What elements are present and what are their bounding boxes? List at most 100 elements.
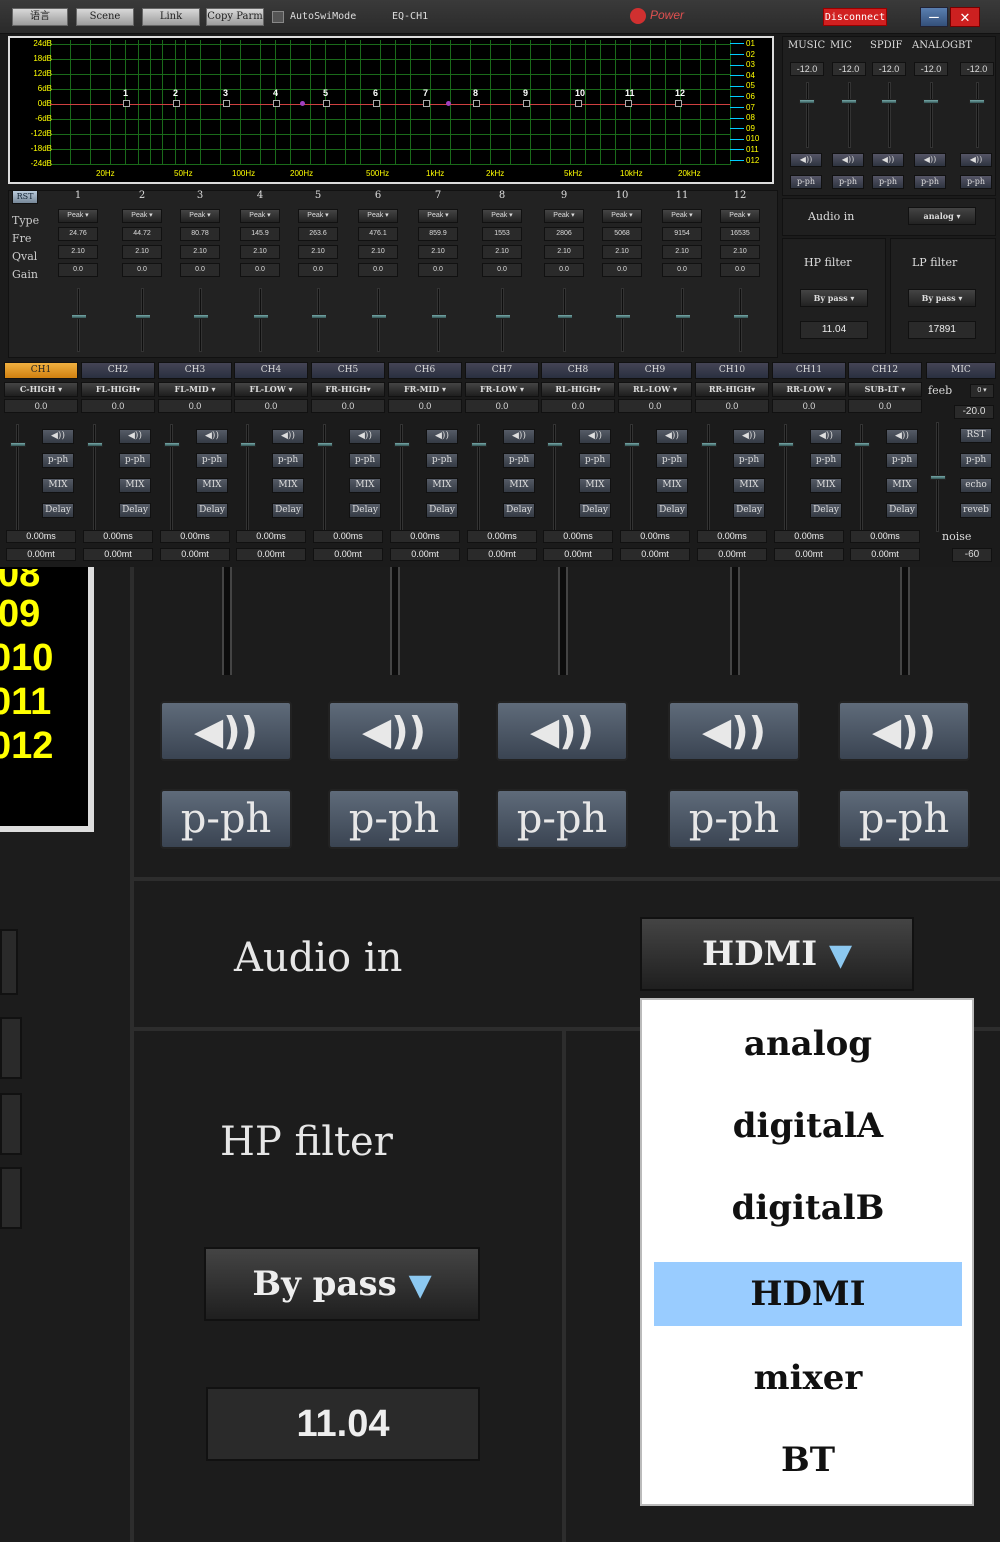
audio-in-select[interactable]: analog ▾ <box>908 207 976 225</box>
band-type-select[interactable]: Peak ▾ <box>58 209 98 223</box>
band-q-input[interactable]: 2.10 <box>122 245 162 259</box>
band-freq-input[interactable]: 80.78 <box>180 227 220 241</box>
band-gain-slider[interactable] <box>681 288 684 352</box>
channel-gain-value[interactable]: 0.0 <box>618 399 692 413</box>
band-gain-input[interactable]: 0.0 <box>240 263 280 277</box>
source-level-slider[interactable] <box>888 82 891 148</box>
eq-point[interactable] <box>300 101 305 106</box>
band-handle[interactable] <box>273 100 280 107</box>
noise-value[interactable]: -60 <box>952 548 992 562</box>
band-q-input[interactable]: 2.10 <box>180 245 220 259</box>
channel-delay-mt[interactable]: 0.00mt <box>774 548 844 561</box>
band-q-input[interactable]: 2.10 <box>544 245 584 259</box>
channel-route-select[interactable]: FL-LOW ▾ <box>234 382 308 397</box>
channel-delay-mt[interactable]: 0.00mt <box>6 548 76 561</box>
band-gain-slider-thumb[interactable] <box>371 314 387 319</box>
band-type-select[interactable]: Peak ▾ <box>662 209 702 223</box>
channel-route-select[interactable]: FL-HIGH▾ <box>81 382 155 397</box>
band-q-input[interactable]: 2.10 <box>720 245 760 259</box>
band-gain-input[interactable]: 0.0 <box>418 263 458 277</box>
channel-gain-slider-thumb[interactable] <box>778 442 794 447</box>
channel-gain-slider-thumb[interactable] <box>854 442 870 447</box>
channel-gain-slider-thumb[interactable] <box>701 442 717 447</box>
channel-select-button[interactable]: CH12 <box>848 362 922 379</box>
band-handle[interactable] <box>423 100 430 107</box>
band-freq-input[interactable]: 476.1 <box>358 227 398 241</box>
zoom-pph-button[interactable]: p-ph <box>328 789 460 849</box>
channel-pph-button[interactable]: p-ph <box>656 453 688 468</box>
band-gain-slider[interactable] <box>377 288 380 352</box>
channel-mix-button[interactable]: MIX <box>272 478 304 493</box>
channel-gain-slider[interactable] <box>246 424 249 532</box>
channel-mix-button[interactable]: MIX <box>810 478 842 493</box>
channel-delay-button[interactable]: Delay <box>196 503 228 518</box>
speaker-icon[interactable]: ◀)) <box>496 701 628 761</box>
band-freq-input[interactable]: 9154 <box>662 227 702 241</box>
mic-gain-value[interactable]: -20.0 <box>954 405 994 419</box>
channel-delay-button[interactable]: Delay <box>119 503 151 518</box>
band-type-select[interactable]: Peak ▾ <box>602 209 642 223</box>
channel-pph-button[interactable]: p-ph <box>579 453 611 468</box>
band-type-select[interactable]: Peak ▾ <box>544 209 584 223</box>
eq-point[interactable] <box>446 101 451 106</box>
channel-gain-value[interactable]: 0.0 <box>388 399 462 413</box>
channel-delay-button[interactable]: Delay <box>810 503 842 518</box>
zoom-source-slider[interactable] <box>390 567 400 675</box>
channel-route-select[interactable]: RL-HIGH▾ <box>541 382 615 397</box>
channel-gain-slider[interactable] <box>630 424 633 532</box>
band-gain-slider-thumb[interactable] <box>733 314 749 319</box>
band-freq-input[interactable]: 859.9 <box>418 227 458 241</box>
band-freq-input[interactable]: 1553 <box>482 227 522 241</box>
channel-delay-button[interactable]: Delay <box>272 503 304 518</box>
speaker-icon[interactable]: ◀)) <box>503 429 535 444</box>
channel-pph-button[interactable]: p-ph <box>196 453 228 468</box>
band-freq-input[interactable]: 263.6 <box>298 227 338 241</box>
channel-delay-button[interactable]: Delay <box>886 503 918 518</box>
channel-select-button[interactable]: CH9 <box>618 362 692 379</box>
channel-delay-ms[interactable]: 0.00ms <box>6 530 76 543</box>
source-pph-button[interactable]: p-ph <box>832 175 864 189</box>
band-freq-input[interactable]: 24.76 <box>58 227 98 241</box>
channel-delay-ms[interactable]: 0.00ms <box>543 530 613 543</box>
channel-select-button[interactable]: CH4 <box>234 362 308 379</box>
band-gain-slider-thumb[interactable] <box>253 314 269 319</box>
speaker-icon[interactable]: ◀)) <box>838 701 970 761</box>
channel-pph-button[interactable]: p-ph <box>272 453 304 468</box>
source-level-slider-thumb[interactable] <box>923 99 939 104</box>
zoom-source-slider[interactable] <box>222 567 232 675</box>
channel-delay-ms[interactable]: 0.00ms <box>467 530 537 543</box>
speaker-icon[interactable]: ◀)) <box>119 429 151 444</box>
source-level-slider-thumb[interactable] <box>881 99 897 104</box>
channel-mix-button[interactable]: MIX <box>656 478 688 493</box>
band-gain-input[interactable]: 0.0 <box>58 263 98 277</box>
band-gain-slider-thumb[interactable] <box>193 314 209 319</box>
channel-delay-mt[interactable]: 0.00mt <box>543 548 613 561</box>
channel-gain-value[interactable]: 0.0 <box>695 399 769 413</box>
source-level-slider[interactable] <box>930 82 933 148</box>
band-type-select[interactable]: Peak ▾ <box>358 209 398 223</box>
channel-mix-button[interactable]: MIX <box>579 478 611 493</box>
channel-gain-slider-thumb[interactable] <box>240 442 256 447</box>
channel-mix-button[interactable]: MIX <box>119 478 151 493</box>
band-type-select[interactable]: Peak ▾ <box>298 209 338 223</box>
channel-delay-button[interactable]: Delay <box>656 503 688 518</box>
band-type-select[interactable]: Peak ▾ <box>122 209 162 223</box>
channel-mix-button[interactable]: MIX <box>886 478 918 493</box>
channel-route-select[interactable]: FR-MID ▾ <box>388 382 462 397</box>
band-gain-slider-thumb[interactable] <box>135 314 151 319</box>
channel-gain-slider[interactable] <box>400 424 403 532</box>
speaker-icon[interactable]: ◀)) <box>872 153 904 167</box>
channel-pph-button[interactable]: p-ph <box>503 453 535 468</box>
band-q-input[interactable]: 2.10 <box>298 245 338 259</box>
channel-select-button[interactable]: CH8 <box>541 362 615 379</box>
band-handle[interactable] <box>223 100 230 107</box>
band-handle[interactable] <box>625 100 632 107</box>
dropdown-option-mixer[interactable]: mixer <box>654 1346 962 1410</box>
channel-delay-mt[interactable]: 0.00mt <box>160 548 230 561</box>
channel-delay-ms[interactable]: 0.00ms <box>620 530 690 543</box>
source-level[interactable]: -12.0 <box>832 62 866 76</box>
channel-route-select[interactable]: RR-HIGH▾ <box>695 382 769 397</box>
band-freq-input[interactable]: 16535 <box>720 227 760 241</box>
zoom-hp-filter-type-select[interactable]: By pass ▼ <box>204 1247 480 1321</box>
channel-select-button[interactable]: CH11 <box>772 362 846 379</box>
